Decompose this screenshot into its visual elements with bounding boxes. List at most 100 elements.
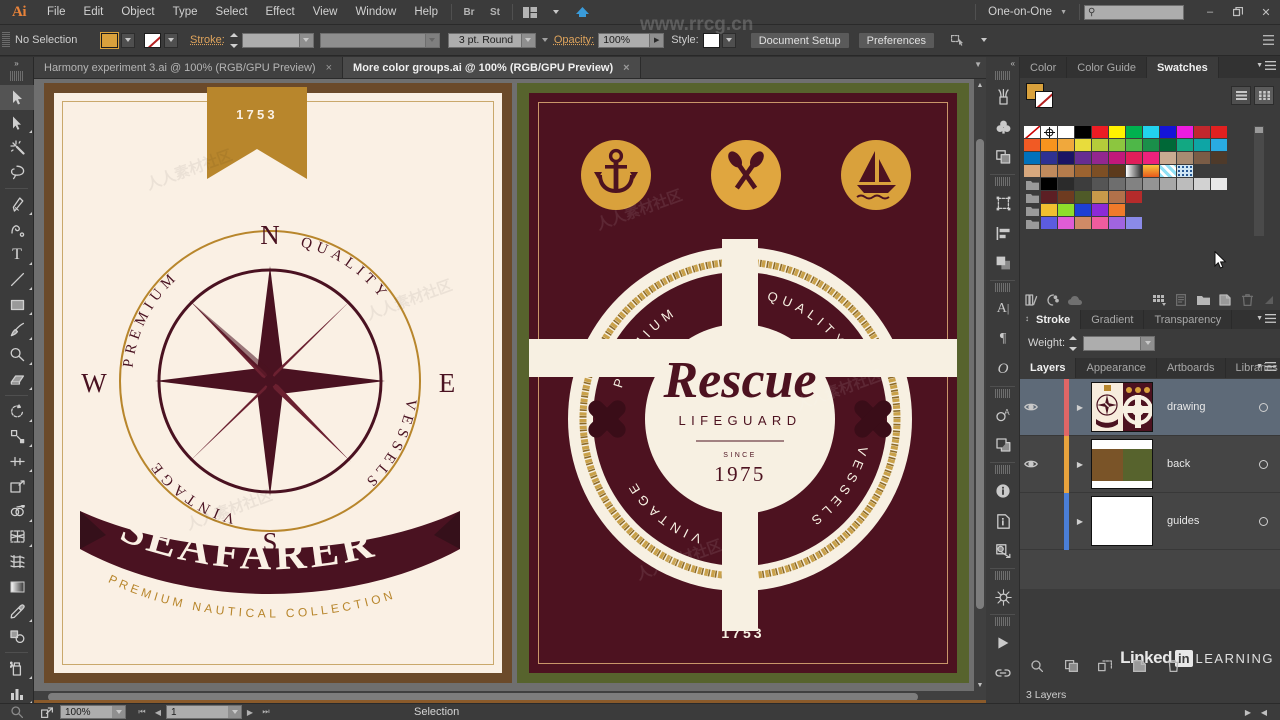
select-similar-objects-icon[interactable] [945,28,971,53]
swatch-gray-3[interactable] [1092,178,1109,191]
bridge-icon[interactable]: Br [456,0,482,25]
swatch-group1-b[interactable] [1058,191,1075,204]
swatch-teal[interactable] [1177,139,1194,152]
status-expand-icon[interactable]: ▶ [1240,708,1256,717]
dock-grip-6[interactable] [995,571,1010,580]
library-cloud-icon[interactable] [1064,291,1086,309]
swatch-gray-2[interactable] [1075,178,1092,191]
swatch-row[interactable] [1024,126,1254,139]
layer-visibility-toggle[interactable] [1020,402,1042,412]
swatch-group1-a[interactable] [1041,191,1058,204]
swatch-row[interactable] [1024,191,1254,204]
rectangle-tool[interactable] [0,292,34,317]
zoom-level-field[interactable]: 100% [60,705,126,719]
tab-layers[interactable]: Layers [1020,358,1076,378]
magic-wand-tool[interactable] [0,135,34,160]
swatch-cyan[interactable] [1143,126,1160,139]
align-panel-icon[interactable] [986,218,1020,248]
swatch-group2-e[interactable] [1109,204,1126,217]
swatch-gray-6[interactable] [1143,178,1160,191]
weight-stepper[interactable] [1069,336,1079,351]
swatches-scrollbar[interactable] [1254,126,1264,236]
swatch-libraries-icon[interactable] [1020,291,1042,309]
swatch-none[interactable] [1024,126,1041,139]
swatch-brown5[interactable] [1109,165,1126,178]
attributes-panel-icon[interactable] [986,506,1020,536]
layer-name[interactable]: drawing [1153,401,1246,413]
stroke-profile-chevron-down-icon[interactable] [425,34,439,47]
shape-builder-tool[interactable] [0,499,34,524]
layer-target-indicator[interactable] [1246,517,1280,526]
make-clipping-mask-icon[interactable] [1054,656,1088,675]
swatch-pattern-snow[interactable] [1177,165,1194,178]
color-group-folder-icon[interactable] [1024,204,1041,217]
swatch-black[interactable] [1075,126,1092,139]
stroke-color-swatch[interactable] [144,33,161,48]
swatch-group2-a[interactable] [1041,204,1058,217]
opacity-label[interactable]: Opacity: [554,34,594,46]
layer-expand-chevron-icon[interactable]: ▶ [1069,460,1091,469]
swatch-darkred[interactable] [1194,126,1211,139]
dock-grip-5[interactable] [995,465,1010,474]
layer-row-guides[interactable]: ▶ guides [1020,493,1280,550]
gradient-tool[interactable] [0,574,34,599]
swatch-row[interactable] [1024,204,1254,217]
document-info-panel-icon[interactable] [986,476,1020,506]
swatch-skin2[interactable] [1041,165,1058,178]
actions-panel-icon[interactable] [986,628,1020,658]
swatch-group3-c[interactable] [1075,217,1092,230]
brush-definition-chevron-down-icon[interactable] [521,34,535,47]
restore-button[interactable] [1224,0,1252,25]
weight-chevron-down-icon[interactable] [1140,337,1154,350]
close-button[interactable]: ✕ [1252,0,1280,25]
swatch-tan2[interactable] [1177,152,1194,165]
layer-row-back[interactable]: ▶ back [1020,436,1280,493]
dock-grip-4[interactable] [995,389,1010,398]
swatch-navy[interactable] [1058,152,1075,165]
swatch-magenta2[interactable] [1109,152,1126,165]
weight-field[interactable] [1083,336,1155,351]
panel-stroke-swatch[interactable] [1035,91,1053,108]
swatch-group1-c[interactable] [1075,191,1092,204]
swatch-violet[interactable] [1092,152,1109,165]
swatches-panel-menu-icon[interactable]: ▼ [1256,61,1276,70]
menu-window[interactable]: Window [346,0,405,25]
swatch-indigo[interactable] [1041,152,1058,165]
create-new-layer-icon[interactable] [1122,656,1156,675]
color-group-folder-icon[interactable] [1024,191,1041,204]
swatch-blue2[interactable] [1024,152,1041,165]
tab-artboards[interactable]: Artboards [1157,358,1226,378]
lasso-tool[interactable] [0,160,34,185]
swatch-group3-a[interactable] [1041,217,1058,230]
swatch-pink2[interactable] [1143,152,1160,165]
swatch-gradient-orange[interactable] [1143,165,1160,178]
swatch-darkgreen[interactable] [1160,139,1177,152]
tab-gradient[interactable]: Gradient [1081,310,1144,329]
document-setup-button[interactable]: Document Setup [750,32,850,49]
dock-expand-button[interactable]: « [986,57,1019,69]
swatch-olive[interactable] [1109,139,1126,152]
layer-target-indicator[interactable] [1246,403,1280,412]
swatch-amber[interactable] [1058,139,1075,152]
swatch-registration[interactable] [1041,126,1058,139]
stroke-weight-field[interactable] [242,33,314,48]
dock-grip-1[interactable] [995,71,1010,80]
arrange-documents-icon[interactable] [517,0,543,25]
layer-expand-chevron-icon[interactable]: ▶ [1069,403,1091,412]
width-tool[interactable] [0,449,34,474]
workspace-chevron-down-icon[interactable]: ▼ [1060,9,1075,16]
swatch-gray-10[interactable] [1211,178,1228,191]
control-bar-chevron-down-icon[interactable] [971,28,997,53]
links-chain-icon[interactable] [986,658,1020,688]
swatch-green3[interactable] [1143,139,1160,152]
tab-stroke[interactable]: ↕ Stroke [1020,310,1081,329]
swatch-brown2[interactable] [1058,165,1075,178]
artboard-seafarer[interactable]: 1753 N S W E PREMIUM QUALITY VINTAGE VES… [44,83,512,683]
create-new-sublayer-icon[interactable] [1088,656,1122,675]
canvas-vertical-scrollbar[interactable]: ▲ ▼ [974,79,986,691]
brushes-panel-icon[interactable] [986,82,1020,112]
layer-expand-chevron-icon[interactable]: ▶ [1069,517,1091,526]
dock-grip-7[interactable] [995,617,1010,626]
symbol-sprayer-tool[interactable] [0,656,34,681]
scroll-down-icon[interactable]: ▼ [974,679,986,691]
